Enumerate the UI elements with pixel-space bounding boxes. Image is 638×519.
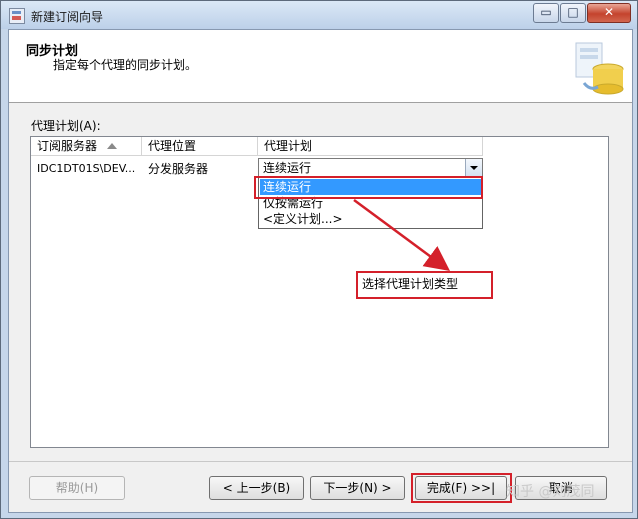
watermark: 知乎 @刘茂同 [506,484,595,500]
help-button[interactable]: 帮助(H) [29,476,125,500]
title-bar: 新建订阅向导 ▭ □ ✕ [1,1,637,29]
maximize-icon: □ [567,5,579,19]
minimize-icon: ▭ [540,5,552,19]
app-icon [9,8,25,24]
annotation-arrow [353,198,451,271]
back-button[interactable]: < 上一步(B) [209,476,304,500]
wizard-window: 新建订阅向导 ▭ □ ✕ 同步计划 指定每个代理的同步计划。 代理计划(A): … [0,0,638,519]
wizard-content: 同步计划 指定每个代理的同步计划。 代理计划(A): 订阅服务器 代理位置 代理… [8,29,633,513]
maximize-button[interactable]: □ [560,3,586,23]
annotation-callout: 选择代理计划类型 [356,271,493,299]
close-icon: ✕ [603,5,615,19]
highlight-finish-button [411,473,512,503]
minimize-button[interactable]: ▭ [533,3,559,23]
close-button[interactable]: ✕ [587,3,631,23]
window-title: 新建订阅向导 [31,10,104,24]
next-button[interactable]: 下一步(N) > [310,476,405,500]
